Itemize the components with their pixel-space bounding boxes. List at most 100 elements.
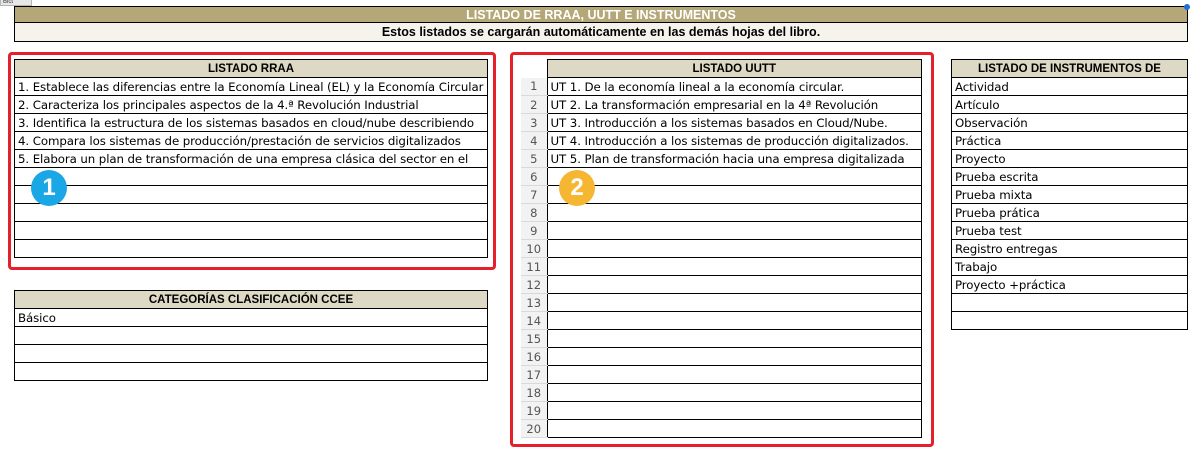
uutt-cell[interactable] <box>546 293 922 312</box>
instrumentos-table: LISTADO DE INSTRUMENTOS DE Actividad Artí… <box>951 59 1188 330</box>
row-number: 17 <box>521 365 547 384</box>
uutt-row: 17 <box>521 365 922 384</box>
rraa-row <box>14 239 488 258</box>
row-number: 11 <box>521 257 547 276</box>
uutt-row: 15 <box>521 329 922 348</box>
instrumento-row <box>951 293 1188 312</box>
categoria-row <box>14 326 488 345</box>
uutt-row: 2 UT 2. La transformación empresarial en … <box>521 95 922 114</box>
rraa-cell[interactable] <box>14 185 488 204</box>
uutt-cell[interactable] <box>546 239 922 258</box>
uutt-cell[interactable] <box>546 347 922 366</box>
uutt-cell[interactable]: UT 2. La transformación empresarial en l… <box>546 95 922 114</box>
uutt-cell[interactable] <box>546 185 922 204</box>
uutt-cell[interactable] <box>546 311 922 330</box>
uutt-cell[interactable] <box>546 203 922 222</box>
uutt-cell[interactable] <box>546 401 922 420</box>
uutt-cell[interactable] <box>546 275 922 294</box>
rraa-cell[interactable] <box>14 239 488 258</box>
rraa-row <box>14 185 488 204</box>
instrumento-cell[interactable]: Proyecto <box>951 149 1188 168</box>
rraa-row: 1. Establece las diferencias entre la Ec… <box>14 77 488 96</box>
rraa-cell[interactable] <box>14 203 488 222</box>
categoria-cell[interactable] <box>14 344 488 363</box>
callout-badge-1: 1 <box>31 170 67 206</box>
instrumento-cell[interactable]: Prueba mixta <box>951 185 1188 204</box>
selection-handle-icon[interactable] <box>1184 4 1190 10</box>
rraa-row: 5. Elabora un plan de transformación de … <box>14 149 488 168</box>
rraa-row <box>14 167 488 186</box>
uutt-row: 14 <box>521 311 922 330</box>
rraa-cell[interactable] <box>14 221 488 240</box>
uutt-cell[interactable] <box>546 365 922 384</box>
instrumento-cell[interactable]: Observación <box>951 113 1188 132</box>
uutt-table: LISTADO UUTT 1 UT 1. De la economía linea… <box>521 59 922 438</box>
categoria-row: Básico <box>14 308 488 327</box>
row-number: 7 <box>521 185 547 204</box>
instrumento-row <box>951 311 1188 330</box>
row-number: 3 <box>521 113 547 132</box>
instrumento-cell[interactable]: Actividad <box>951 77 1188 96</box>
categoria-cell[interactable] <box>14 362 488 381</box>
rraa-cell[interactable]: 3. Identifica la estructura de los siste… <box>14 113 488 132</box>
instrumento-cell[interactable]: Artículo <box>951 95 1188 114</box>
instrumento-cell[interactable]: Práctica <box>951 131 1188 150</box>
rraa-cell[interactable]: 5. Elabora un plan de transformación de … <box>14 149 488 168</box>
uutt-cell[interactable] <box>546 257 922 276</box>
row-number: 16 <box>521 347 547 366</box>
categoria-cell[interactable] <box>14 326 488 345</box>
uutt-row: 13 <box>521 293 922 312</box>
uutt-row: 11 <box>521 257 922 276</box>
instrumento-cell[interactable]: Registro entregas <box>951 239 1188 258</box>
uutt-row: 4 UT 4. Introducción a los sistemas de pr… <box>521 131 922 150</box>
uutt-row: 20 <box>521 419 922 438</box>
rraa-row <box>14 203 488 222</box>
row-number: 6 <box>521 167 547 186</box>
uutt-cell[interactable] <box>546 221 922 240</box>
uutt-cell[interactable]: UT 4. Introducción a los sistemas de pro… <box>546 131 922 150</box>
instrumento-cell[interactable]: Proyecto +práctica <box>951 275 1188 294</box>
rraa-cell[interactable]: 4. Compara los sistemas de producción/pr… <box>14 131 488 150</box>
instrumentos-header: LISTADO DE INSTRUMENTOS DE <box>951 59 1188 78</box>
callout-badge-2: 2 <box>559 170 595 206</box>
uutt-cell[interactable] <box>546 419 922 438</box>
instrumento-row: Prueba prática <box>951 203 1188 222</box>
rraa-row: 3. Identifica la estructura de los siste… <box>14 113 488 132</box>
uutt-header: LISTADO UUTT <box>546 59 922 78</box>
uutt-row: 18 <box>521 383 922 402</box>
uutt-row: 9 <box>521 221 922 240</box>
uutt-cell[interactable]: UT 3. Introducción a los sistemas basado… <box>546 113 922 132</box>
row-number: 5 <box>521 149 547 168</box>
instrumento-cell[interactable]: Prueba prática <box>951 203 1188 222</box>
instrumento-cell[interactable] <box>951 293 1188 312</box>
instrumento-row: Prueba mixta <box>951 185 1188 204</box>
banner-subtitle: Estos listados se cargarán automáticamen… <box>15 23 1187 41</box>
row-number: 20 <box>521 419 547 438</box>
instrumento-cell[interactable]: Prueba escrita <box>951 167 1188 186</box>
instrumento-row: Prueba escrita <box>951 167 1188 186</box>
uutt-cell[interactable] <box>546 329 922 348</box>
uutt-cell[interactable]: UT 5. Plan de transformación hacia una e… <box>546 149 922 168</box>
row-number: 8 <box>521 203 547 222</box>
uutt-cell[interactable]: UT 1. De la economía lineal a la economí… <box>546 77 922 96</box>
rraa-row: 4. Compara los sistemas de producción/pr… <box>14 131 488 150</box>
instrumento-cell[interactable]: Trabajo <box>951 257 1188 276</box>
uutt-cell[interactable] <box>546 383 922 402</box>
rraa-cell[interactable]: 1. Establece las diferencias entre la Ec… <box>14 77 488 96</box>
rraa-cell[interactable] <box>14 167 488 186</box>
uutt-row: 16 <box>521 347 922 366</box>
uutt-row: 8 <box>521 203 922 222</box>
instrumento-cell[interactable]: Prueba test <box>951 221 1188 240</box>
instrumento-cell[interactable] <box>951 311 1188 330</box>
uutt-corner <box>521 60 547 78</box>
categoria-cell[interactable]: Básico <box>14 308 488 327</box>
row-number: 15 <box>521 329 547 348</box>
instrumento-row: Artículo <box>951 95 1188 114</box>
row-number: 10 <box>521 239 547 258</box>
instrumento-row: Registro entregas <box>951 239 1188 258</box>
instrumento-row: Observación <box>951 113 1188 132</box>
uutt-row: 12 <box>521 275 922 294</box>
uutt-cell[interactable] <box>546 167 922 186</box>
row-number: 18 <box>521 383 547 402</box>
rraa-cell[interactable]: 2. Caracteriza los principales aspectos … <box>14 95 488 114</box>
